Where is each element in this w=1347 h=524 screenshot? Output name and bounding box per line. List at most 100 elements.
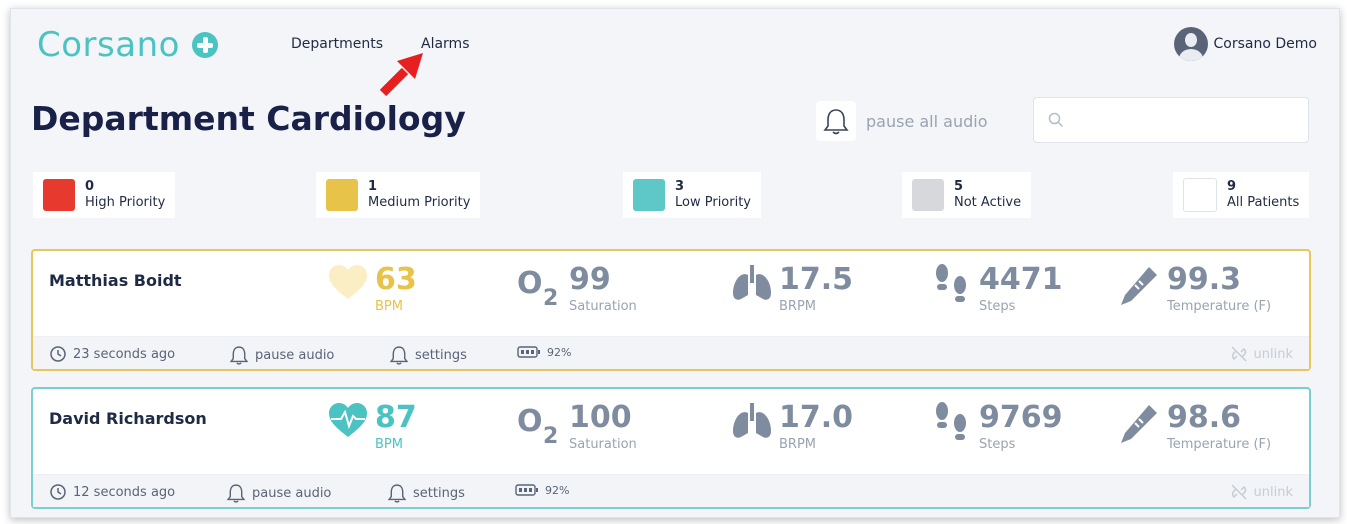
- history-icon: [50, 484, 66, 500]
- patient-card[interactable]: Matthias Boidt 63 BPM O2 99 Saturation 17.…: [31, 249, 1311, 371]
- patient-name[interactable]: Matthias Boidt: [49, 271, 182, 290]
- steps-unit: Steps: [979, 437, 1016, 452]
- filter-all-patients[interactable]: 9 All Patients: [1173, 172, 1310, 218]
- priority-label: Medium Priority: [368, 195, 471, 210]
- unlink-button[interactable]: unlink: [1230, 345, 1293, 363]
- battery-status: 92%: [515, 483, 569, 497]
- search-icon: [1048, 112, 1064, 128]
- svg-text:O: O: [517, 266, 543, 301]
- bell-icon: [389, 346, 409, 365]
- battery-status: 92%: [517, 345, 571, 359]
- priority-label: High Priority: [85, 195, 166, 210]
- app-window: Corsano Departments Alarms Corsano Demo …: [10, 8, 1340, 518]
- svg-text:O: O: [517, 404, 543, 439]
- svg-text:2: 2: [543, 286, 558, 309]
- spo2-metric: O2 100 Saturation: [517, 401, 637, 453]
- last-update-text: 12 seconds ago: [73, 484, 176, 500]
- priority-swatch: [633, 179, 665, 211]
- card-footer: 23 seconds ago pause audio settings 92% …: [33, 336, 1309, 369]
- heart-rate-unit: BPM: [375, 437, 403, 452]
- thermometer-pen-icon: [1121, 405, 1157, 443]
- svg-text:2: 2: [543, 424, 558, 447]
- respiration-metric: 17.5 BRPM: [731, 263, 853, 315]
- filter-high-priority[interactable]: 0 High Priority: [33, 172, 176, 218]
- heart-rate-value: 63: [375, 262, 417, 297]
- history-icon: [50, 346, 66, 362]
- heart-rate-unit: BPM: [375, 299, 403, 314]
- heart-rate-metric: 87 BPM: [327, 401, 417, 453]
- unlink-label: unlink: [1253, 484, 1293, 500]
- priority-count: 0: [85, 179, 95, 194]
- battery-icon: [515, 484, 538, 496]
- steps-metric: 9769 Steps: [933, 401, 1063, 453]
- pause-all-audio-button[interactable]: pause all audio: [816, 101, 987, 141]
- priority-swatch: [43, 179, 75, 211]
- temperature-metric: 99.3 Temperature (F): [1115, 263, 1271, 315]
- priority-swatch: [1183, 178, 1217, 212]
- thermometer-pen-icon: [1121, 267, 1157, 305]
- temperature-unit: Temperature (F): [1167, 437, 1272, 452]
- bell-icon: [226, 484, 246, 503]
- footprints-icon: [936, 402, 966, 440]
- battery-level: 92%: [545, 483, 570, 497]
- pause-audio-label: pause audio: [255, 347, 335, 363]
- pause-all-audio-label: pause all audio: [866, 111, 988, 131]
- unlink-icon: [1230, 346, 1247, 362]
- filter-low-priority[interactable]: 3 Low Priority: [623, 172, 762, 218]
- nav-alarms[interactable]: Alarms: [421, 36, 470, 52]
- priority-label: Not Active: [954, 195, 1022, 210]
- heart-rate-metric: 63 BPM: [327, 263, 417, 315]
- pause-audio-button[interactable]: pause audio: [229, 345, 334, 365]
- patient-name[interactable]: David Richardson: [49, 409, 207, 428]
- pause-audio-button[interactable]: pause audio: [226, 483, 331, 503]
- page-title: Department Cardiology: [31, 99, 466, 138]
- respiration-metric: 17.0 BRPM: [731, 401, 853, 453]
- unlink-icon: [1230, 484, 1247, 500]
- priority-count: 5: [954, 179, 964, 194]
- battery-icon: [517, 346, 540, 358]
- settings-button[interactable]: settings: [387, 483, 465, 503]
- nav-departments[interactable]: Departments: [291, 36, 383, 52]
- temperature-unit: Temperature (F): [1167, 299, 1272, 314]
- priority-count: 3: [675, 179, 685, 194]
- o2-icon: O2: [517, 266, 558, 309]
- o2-icon: O2: [517, 404, 558, 447]
- respiration-value: 17.0: [779, 400, 854, 435]
- priority-swatch: [326, 179, 358, 211]
- last-update-text: 23 seconds ago: [73, 346, 176, 362]
- settings-label: settings: [415, 347, 467, 363]
- last-update: 23 seconds ago: [49, 345, 175, 363]
- steps-value: 9769: [979, 400, 1063, 435]
- heart-icon: [329, 403, 367, 437]
- battery-level: 92%: [547, 345, 572, 359]
- steps-value: 4471: [979, 262, 1063, 297]
- spo2-value: 100: [569, 400, 632, 435]
- lungs-icon: [733, 403, 771, 438]
- respiration-value: 17.5: [779, 262, 854, 297]
- spo2-metric: O2 99 Saturation: [517, 263, 637, 315]
- user-name: Corsano Demo: [1213, 36, 1317, 52]
- steps-metric: 4471 Steps: [933, 263, 1063, 315]
- temperature-metric: 98.6 Temperature (F): [1115, 401, 1271, 453]
- bell-icon: [229, 346, 249, 365]
- brand-logo[interactable]: Corsano: [37, 25, 218, 65]
- temperature-value: 98.6: [1167, 400, 1242, 435]
- heart-rate-value: 87: [375, 400, 417, 435]
- lungs-icon: [733, 265, 771, 300]
- search-input[interactable]: [1033, 97, 1309, 143]
- plus-circle-icon: [191, 32, 218, 58]
- unlink-button[interactable]: unlink: [1230, 483, 1293, 501]
- respiration-unit: BRPM: [779, 437, 817, 452]
- red-arrow-icon: [379, 53, 423, 97]
- card-footer: 12 seconds ago pause audio settings 92% …: [33, 474, 1309, 507]
- filter-not-active[interactable]: 5 Not Active: [902, 172, 1032, 218]
- bell-icon: [387, 484, 407, 503]
- filter-medium-priority[interactable]: 1 Medium Priority: [316, 172, 481, 218]
- user-menu[interactable]: Corsano Demo: [1173, 27, 1317, 61]
- unlink-label: unlink: [1253, 346, 1293, 362]
- brand-name: Corsano: [37, 25, 180, 65]
- heart-icon: [329, 265, 367, 299]
- settings-button[interactable]: settings: [389, 345, 467, 365]
- patient-card[interactable]: David Richardson 87 BPM O2 100 Saturation …: [31, 387, 1311, 509]
- priority-count: 1: [368, 179, 378, 194]
